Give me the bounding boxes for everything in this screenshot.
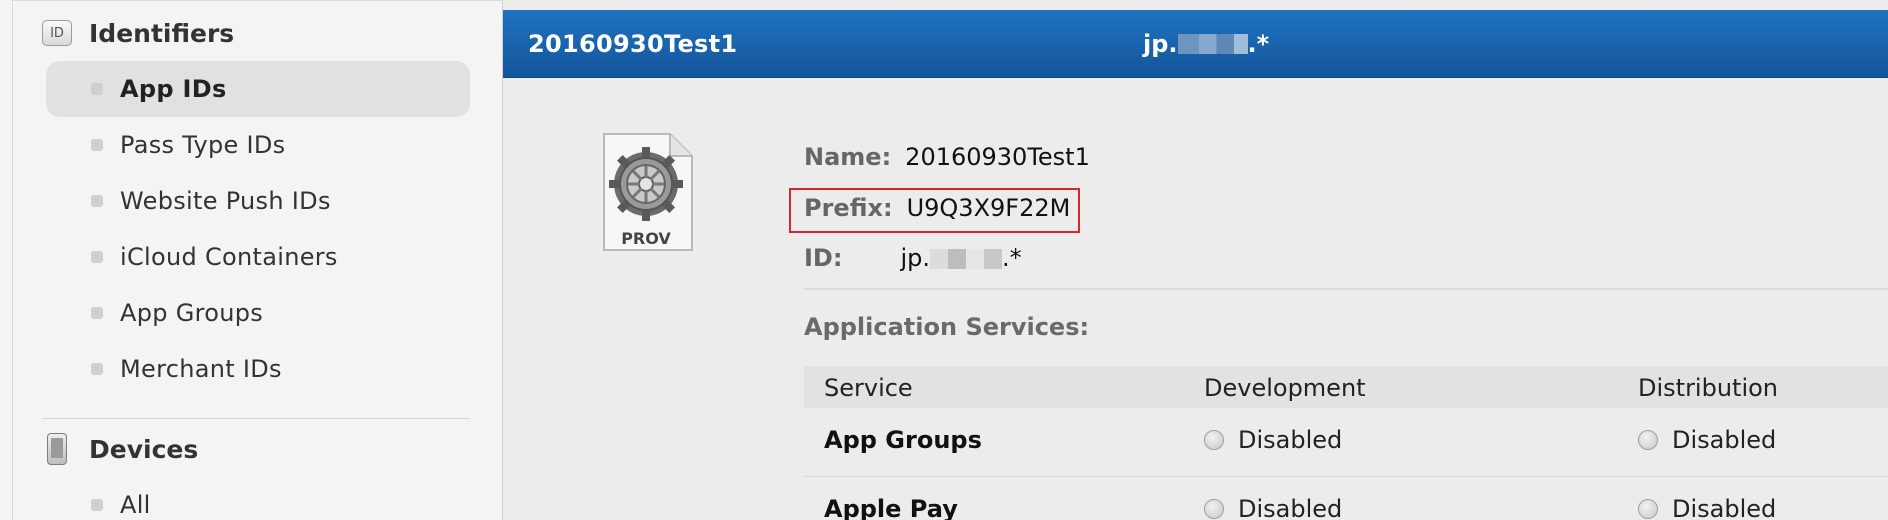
section-divider bbox=[804, 288, 1888, 290]
sidebar-item-label: All bbox=[120, 491, 151, 519]
bullet-icon bbox=[91, 307, 103, 319]
bullet-icon bbox=[91, 499, 103, 511]
development-status-text: Disabled bbox=[1238, 426, 1343, 454]
sidebar-item-label: Pass Type IDs bbox=[120, 131, 286, 159]
development-status: Disabled bbox=[1204, 495, 1342, 520]
section-header-identifiers: ID Identifiers bbox=[42, 13, 234, 53]
header-app-id: jp. .* bbox=[1143, 30, 1269, 58]
header-id-suffix: .* bbox=[1247, 30, 1270, 58]
redacted-pixelation bbox=[1177, 34, 1248, 54]
sidebar-item-merchant-ids[interactable]: Merchant IDs bbox=[46, 341, 470, 397]
application-services-title: Application Services: bbox=[804, 313, 1090, 341]
provisioning-profile-icon: PROV bbox=[600, 132, 696, 254]
section-title: Identifiers bbox=[89, 18, 235, 48]
name-value: 20160930Test1 bbox=[905, 143, 1090, 171]
status-radio-icon bbox=[1638, 499, 1658, 519]
service-name: App Groups bbox=[824, 426, 982, 454]
development-status: Disabled bbox=[1204, 426, 1342, 454]
sidebar-left-border bbox=[12, 0, 13, 520]
detail-id-row: ID: jp. .* bbox=[804, 240, 1022, 276]
bullet-icon bbox=[91, 83, 103, 95]
distribution-status: Disabled bbox=[1638, 495, 1776, 520]
bullet-icon bbox=[91, 251, 103, 263]
distribution-status-text: Disabled bbox=[1672, 495, 1777, 520]
header-app-name: 20160930Test1 bbox=[528, 30, 738, 58]
app-id-header-bar: 20160930Test1 jp. .* bbox=[503, 10, 1888, 78]
sidebar-item-icloud-containers[interactable]: iCloud Containers bbox=[46, 229, 470, 285]
sidebar-item-pass-type-ids[interactable]: Pass Type IDs bbox=[46, 117, 470, 173]
name-label: Name: bbox=[804, 143, 892, 171]
id-label: ID: bbox=[804, 244, 843, 272]
header-id-prefix: jp. bbox=[1143, 30, 1178, 58]
status-radio-icon bbox=[1638, 430, 1658, 450]
sidebar-item-label: iCloud Containers bbox=[120, 243, 338, 271]
prefix-highlight-box bbox=[789, 188, 1080, 233]
redacted-pixelation bbox=[929, 249, 1002, 269]
column-header-distribution: Distribution bbox=[1638, 374, 1779, 402]
sidebar-item-all-devices[interactable]: All bbox=[46, 477, 470, 520]
service-name: Apple Pay bbox=[824, 495, 958, 520]
id-value: jp. .* bbox=[900, 244, 1021, 272]
sidebar-item-app-ids[interactable]: App IDs bbox=[46, 61, 470, 117]
sidebar-item-website-push-ids[interactable]: Website Push IDs bbox=[46, 173, 470, 229]
id-value-prefix: jp. bbox=[900, 244, 930, 272]
table-row: Apple Pay Disabled Disabled bbox=[804, 477, 1888, 520]
column-header-development: Development bbox=[1204, 374, 1366, 402]
sidebar-item-app-groups[interactable]: App Groups bbox=[46, 285, 470, 341]
distribution-status-text: Disabled bbox=[1672, 426, 1777, 454]
distribution-status: Disabled bbox=[1638, 426, 1776, 454]
id-badge-icon: ID bbox=[42, 20, 72, 46]
sidebar-item-label: App Groups bbox=[120, 299, 264, 327]
column-header-service: Service bbox=[824, 374, 913, 402]
table-row: App Groups Disabled Disabled bbox=[804, 408, 1888, 476]
section-header-devices: Devices bbox=[42, 429, 198, 469]
iphone-device-icon bbox=[47, 433, 67, 465]
prov-icon-label: PROV bbox=[621, 229, 671, 248]
section-title: Devices bbox=[89, 434, 199, 464]
detail-name-row: Name: 20160930Test1 bbox=[804, 139, 1090, 175]
sidebar-item-label: Website Push IDs bbox=[120, 187, 331, 215]
bullet-icon bbox=[91, 195, 103, 207]
bullet-icon bbox=[91, 139, 103, 151]
status-radio-icon bbox=[1204, 499, 1224, 519]
sidebar-item-label: Merchant IDs bbox=[120, 355, 282, 383]
sidebar-top-border bbox=[12, 0, 502, 1]
status-radio-icon bbox=[1204, 430, 1224, 450]
sidebar-item-label: App IDs bbox=[120, 75, 227, 103]
id-value-suffix: .* bbox=[1001, 244, 1022, 272]
sidebar: ID Identifiers App IDs Pass Type IDs Web… bbox=[0, 0, 503, 520]
bullet-icon bbox=[91, 363, 103, 375]
development-status-text: Disabled bbox=[1238, 495, 1343, 520]
services-table-header: Service Development Distribution bbox=[804, 366, 1888, 408]
sidebar-divider bbox=[42, 418, 470, 419]
